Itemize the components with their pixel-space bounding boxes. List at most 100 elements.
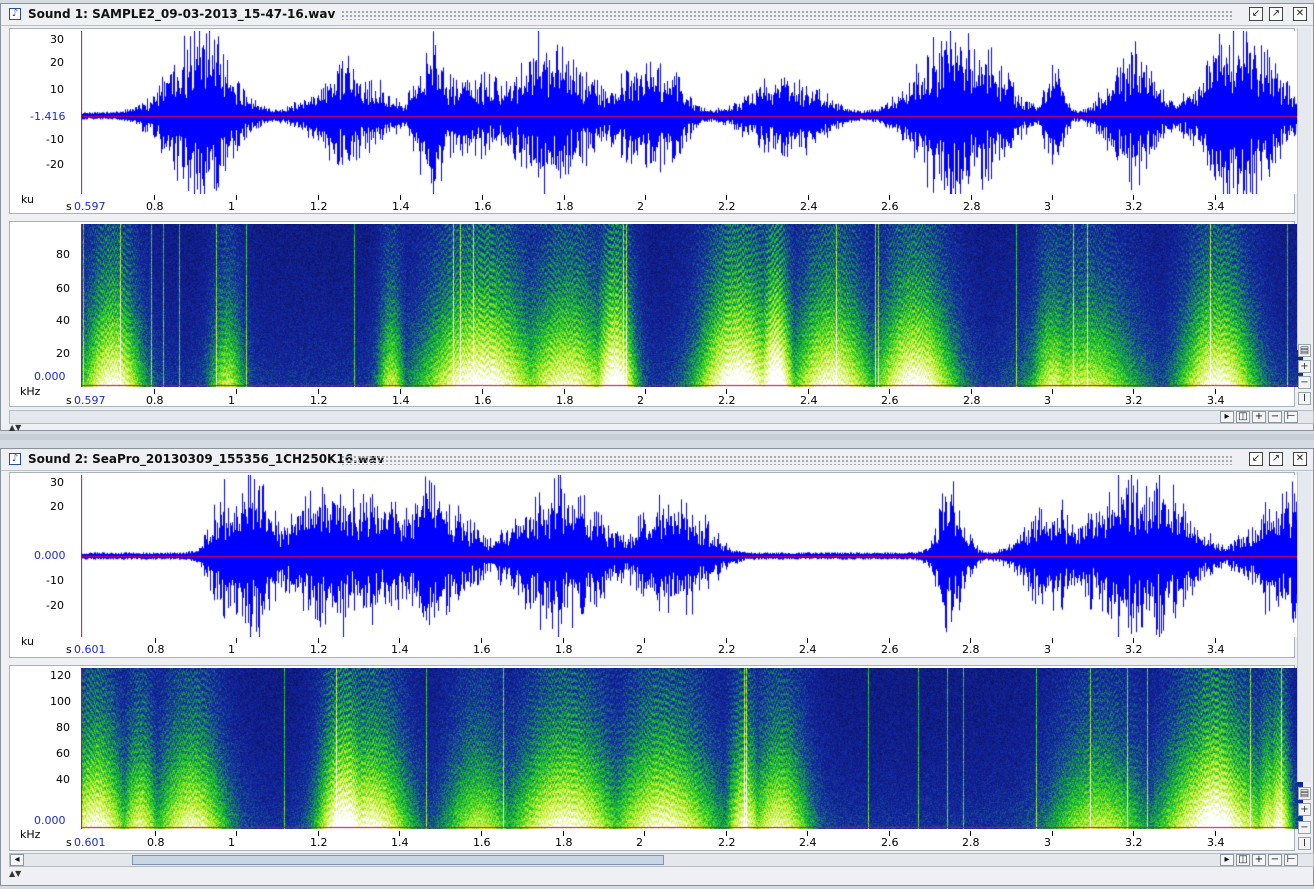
- x-tick-label: 0.8: [146, 200, 164, 213]
- time-start: 0.597: [74, 394, 106, 407]
- x-tick-label: 1.8: [555, 836, 573, 849]
- zoom-in-icon[interactable]: +: [1252, 411, 1266, 423]
- x-tick-label: 2: [636, 643, 643, 656]
- zoom-max-icon[interactable]: ⊢: [1284, 411, 1298, 423]
- cursor-value: 0.000: [34, 814, 66, 827]
- close-icon[interactable]: ✕: [1293, 452, 1307, 466]
- vertical-scrollbar-2[interactable]: [1297, 472, 1311, 782]
- x-tick-label: 2.6: [881, 394, 899, 407]
- x-tick-label: 2.2: [718, 643, 736, 656]
- waveform-plot-1[interactable]: [81, 31, 1303, 194]
- time-unit: s: [66, 394, 72, 407]
- x-tick-label: 1.2: [310, 643, 328, 656]
- spectrogram-panel-2[interactable]: 120 100 80 60 40 0.000 kHz s 0.601 0.8 1 1…: [9, 665, 1303, 851]
- zoom-max-icon[interactable]: ⊢: [1284, 854, 1298, 866]
- scroll-thumb[interactable]: [132, 855, 664, 865]
- maximize-icon[interactable]: ↗: [1269, 452, 1283, 466]
- zoom-out-icon[interactable]: −: [1268, 411, 1282, 423]
- window-1-titlebar[interactable]: ♪ Sound 1: SAMPLE2_09-03-2013_15-47-16.w…: [1, 4, 1313, 26]
- waveform-panel-2[interactable]: 30 20 0.000 -10 -20 ku s 0.601 0.8 1 1.2 1.…: [9, 472, 1303, 658]
- x-tick-label: 2.4: [800, 394, 818, 407]
- x-tick-mark: [644, 638, 645, 643]
- horizontal-scrollbar-2[interactable]: ◂ ▸ ◫ + − ⊢: [9, 853, 1314, 867]
- maximize-icon[interactable]: ↗: [1269, 7, 1283, 21]
- x-tick-label: 2: [636, 836, 643, 849]
- x-tick-label: 3.2: [1125, 836, 1143, 849]
- zoom-fit-icon[interactable]: ▤: [1298, 344, 1311, 357]
- x-tick-label: 3.2: [1125, 643, 1143, 656]
- x-tick-label: 1.4: [392, 200, 410, 213]
- zoom-out-icon[interactable]: −: [1298, 821, 1311, 834]
- y-tick: 40: [56, 773, 70, 786]
- y-tick: 20: [50, 500, 64, 513]
- x-tick-label: 3.2: [1125, 394, 1143, 407]
- x-tick-label: 3.4: [1207, 836, 1225, 849]
- zoom-max-icon[interactable]: I: [1298, 392, 1311, 405]
- minimize-icon[interactable]: ↙: [1249, 7, 1263, 21]
- x-tick-mark: [236, 638, 237, 643]
- close-icon[interactable]: ✕: [1293, 7, 1307, 21]
- x-tick-label: 3: [1044, 394, 1051, 407]
- window-2-titlebar[interactable]: ♪ Sound 2: SeaPro_20130309_155356_1CH250…: [1, 449, 1313, 471]
- cursor-value: -1.416: [30, 110, 66, 123]
- waveform-2[interactable]: [81, 475, 1303, 637]
- x-tick-label: 1.4: [391, 643, 409, 656]
- sound-window-1: ♪ Sound 1: SAMPLE2_09-03-2013_15-47-16.w…: [0, 3, 1314, 432]
- panel-resize-arrows[interactable]: ▲▼: [9, 869, 21, 878]
- window-2-title: Sound 2: SeaPro_20130309_155356_1CH250K1…: [28, 452, 385, 466]
- spectrogram-panel-1[interactable]: 80 60 40 20 0.000 kHz s 0.597 0.8 1 1.2 1.4…: [9, 221, 1303, 407]
- x-tick-label: 1.6: [474, 394, 492, 407]
- y-tick: -20: [46, 599, 64, 612]
- x-tick-label: 1.2: [310, 836, 328, 849]
- window-splitter[interactable]: [0, 434, 1314, 440]
- x-tick-mark: [1052, 389, 1053, 394]
- x-tick-label: 2.4: [799, 643, 817, 656]
- zoom-max-icon[interactable]: I: [1298, 837, 1311, 850]
- x-tick-label: 2.6: [881, 643, 899, 656]
- zoom-in-icon[interactable]: +: [1298, 803, 1311, 816]
- x-tick-label: 3.4: [1207, 643, 1225, 656]
- cursor-value: 0.000: [34, 549, 66, 562]
- zoom-in-icon[interactable]: +: [1252, 854, 1266, 866]
- x-tick-label: 3: [1044, 200, 1051, 213]
- titlebar-grip: [341, 10, 1233, 20]
- minimize-icon[interactable]: ↙: [1249, 452, 1263, 466]
- x-tick-label: 1: [228, 836, 235, 849]
- scroll-left-icon[interactable]: ◂: [10, 854, 24, 866]
- panel-resize-arrows[interactable]: ▲▼: [9, 423, 21, 432]
- x-tick-label: 2: [637, 394, 644, 407]
- zoom-in-icon[interactable]: +: [1298, 360, 1311, 373]
- x-tick-label: 2.6: [881, 200, 899, 213]
- x-tick-label: 1.6: [474, 200, 492, 213]
- x-tick-label: 2.2: [718, 836, 736, 849]
- spectrogram-plot-1[interactable]: [81, 224, 1303, 387]
- x-tick-label: 1.6: [473, 836, 491, 849]
- y-unit: ku: [21, 193, 35, 206]
- x-tick-label: 2.2: [718, 200, 736, 213]
- y-tick: 10: [50, 83, 64, 96]
- zoom-fit-icon[interactable]: ▤: [1298, 787, 1311, 800]
- x-tick-label: 1.6: [473, 643, 491, 656]
- waveform-plot-2[interactable]: [81, 475, 1303, 637]
- x-tick-label: 2.6: [881, 836, 899, 849]
- x-tick-label: 2.4: [800, 200, 818, 213]
- zoom-out-icon[interactable]: −: [1298, 376, 1311, 389]
- y-tick: 120: [50, 669, 71, 682]
- x-tick-mark: [236, 195, 237, 200]
- scroll-right-icon[interactable]: ▸: [1220, 411, 1234, 423]
- zoom-fit-icon[interactable]: ◫: [1236, 411, 1250, 423]
- vertical-scrollbar-1[interactable]: [1297, 28, 1311, 350]
- spectrogram-2[interactable]: [81, 668, 1303, 829]
- spectrogram-1[interactable]: [81, 224, 1303, 387]
- horizontal-scrollbar-1[interactable]: ▸ ◫ + − ⊢: [9, 410, 1314, 424]
- y-unit: kHz: [20, 385, 41, 398]
- scroll-right-icon[interactable]: ▸: [1220, 854, 1234, 866]
- zoom-fit-icon[interactable]: ◫: [1236, 854, 1250, 866]
- y-tick: 20: [50, 56, 64, 69]
- waveform-panel-1[interactable]: 30 20 10 -1.416 -10 -20 ku s 0.597 0.8 1 1…: [9, 28, 1303, 214]
- sound-window-2: ♪ Sound 2: SeaPro_20130309_155356_1CH250…: [0, 448, 1314, 886]
- zoom-out-icon[interactable]: −: [1268, 854, 1282, 866]
- waveform-1[interactable]: [81, 31, 1303, 194]
- spectrogram-plot-2[interactable]: [81, 668, 1303, 829]
- x-tick-mark: [645, 389, 646, 394]
